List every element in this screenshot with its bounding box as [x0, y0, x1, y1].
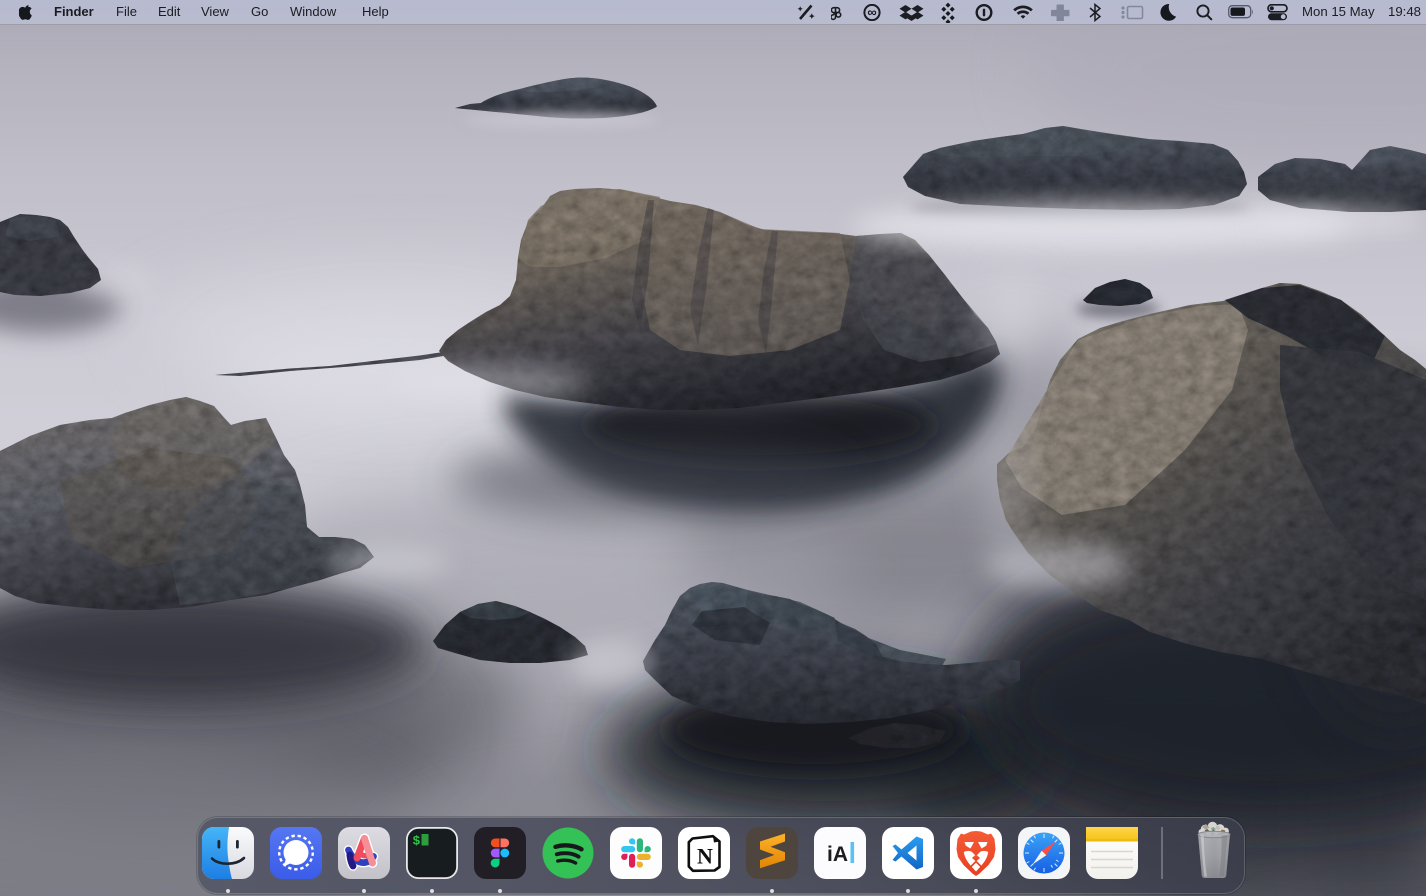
svg-text:iA: iA	[827, 843, 848, 866]
svg-text:N: N	[697, 844, 713, 869]
svg-text:$: $	[413, 834, 421, 849]
svg-text:∞: ∞	[867, 5, 876, 20]
